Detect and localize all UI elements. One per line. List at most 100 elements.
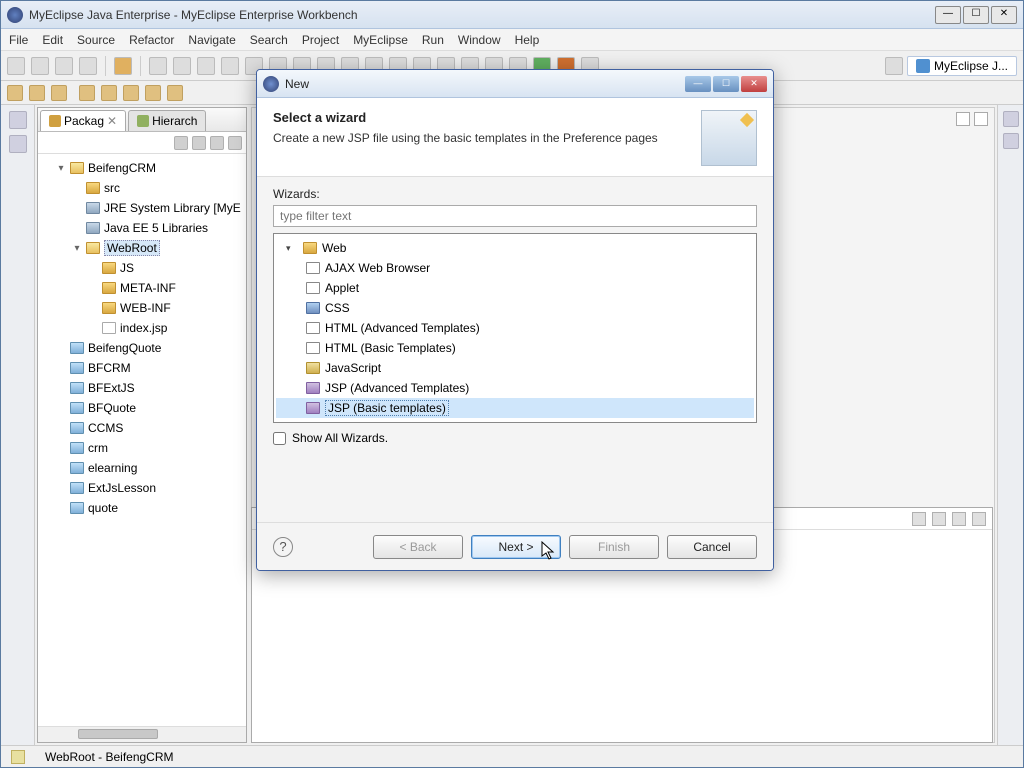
indexjsp-node[interactable]: index.jsp: [40, 318, 244, 338]
webinf-node[interactable]: WEB-INF: [40, 298, 244, 318]
saveall-icon[interactable]: [55, 57, 73, 75]
maximize-view-icon[interactable]: [974, 112, 988, 126]
show-all-checkbox[interactable]: [273, 432, 286, 445]
project-node[interactable]: ▾BeifengCRM: [40, 158, 244, 178]
menu-refactor[interactable]: Refactor: [129, 33, 174, 47]
bp-tool-icon[interactable]: [932, 512, 946, 526]
collapse-icon[interactable]: [210, 136, 224, 150]
minimize-button[interactable]: —: [935, 6, 961, 24]
sub-tool-icon[interactable]: [7, 85, 23, 101]
elearning-node[interactable]: elearning: [40, 458, 244, 478]
quote-node[interactable]: quote: [40, 498, 244, 518]
menu-window[interactable]: Window: [458, 33, 501, 47]
sub-tool-icon[interactable]: [29, 85, 45, 101]
save-icon[interactable]: [31, 57, 49, 75]
dialog-titlebar[interactable]: New — ☐ ✕: [257, 70, 773, 98]
back-icon[interactable]: [174, 136, 188, 150]
scrollbar-thumb[interactable]: [78, 729, 158, 739]
wizard-javascript[interactable]: JavaScript: [276, 358, 754, 378]
src-node[interactable]: src: [40, 178, 244, 198]
wizard-filter-input[interactable]: [273, 205, 757, 227]
perspective-chip[interactable]: MyEclipse J...: [907, 56, 1017, 76]
wizard-css[interactable]: CSS: [276, 298, 754, 318]
forward-icon[interactable]: [192, 136, 206, 150]
maximize-button[interactable]: ☐: [963, 6, 989, 24]
menu-navigate[interactable]: Navigate: [188, 33, 235, 47]
bp-tool-icon[interactable]: [912, 512, 926, 526]
menu-help[interactable]: Help: [515, 33, 540, 47]
myeclipse-perspective-icon: [916, 59, 930, 73]
sub-tool-icon[interactable]: [79, 85, 95, 101]
dialog-maximize-button[interactable]: ☐: [713, 76, 739, 92]
gutter-icon[interactable]: [1003, 133, 1019, 149]
tab-hierarchy[interactable]: Hierarch: [128, 110, 206, 131]
crm-node[interactable]: crm: [40, 438, 244, 458]
sub-tool-icon[interactable]: [101, 85, 117, 101]
horizontal-scrollbar[interactable]: [38, 726, 246, 742]
beifengquote-node[interactable]: BeifengQuote: [40, 338, 244, 358]
wizard-tree[interactable]: ▾Web AJAX Web Browser Applet CSS HTML (A…: [273, 233, 757, 423]
main-window: MyEclipse Java Enterprise - MyEclipse En…: [0, 0, 1024, 768]
metainf-node[interactable]: META-INF: [40, 278, 244, 298]
bfcrm-node[interactable]: BFCRM: [40, 358, 244, 378]
menu-source[interactable]: Source: [77, 33, 115, 47]
dialog-header-title: Select a wizard: [273, 110, 701, 125]
menu-search[interactable]: Search: [250, 33, 288, 47]
webroot-node[interactable]: ▾WebRoot: [40, 238, 244, 258]
bp-tool-icon[interactable]: [952, 512, 966, 526]
tool-icon[interactable]: [173, 57, 191, 75]
back-button[interactable]: < Back: [373, 535, 463, 559]
sub-tool-icon[interactable]: [167, 85, 183, 101]
wizard-portlet[interactable]: Portlet: [276, 418, 754, 423]
gutter-icon[interactable]: [9, 111, 27, 129]
menu-run[interactable]: Run: [422, 33, 444, 47]
package-tree[interactable]: ▾BeifengCRM src JRE System Library [MyE …: [38, 154, 246, 726]
wizard-jsp-advanced[interactable]: JSP (Advanced Templates): [276, 378, 754, 398]
sub-tool-icon[interactable]: [123, 85, 139, 101]
wizard-html-advanced[interactable]: HTML (Advanced Templates): [276, 318, 754, 338]
tool-icon[interactable]: [197, 57, 215, 75]
close-button[interactable]: ✕: [991, 6, 1017, 24]
perspective-open-icon[interactable]: [885, 57, 903, 75]
gutter-icon[interactable]: [9, 135, 27, 153]
gutter-icon[interactable]: [1003, 111, 1019, 127]
js-folder-node[interactable]: JS: [40, 258, 244, 278]
bfextjs-node[interactable]: BFExtJS: [40, 378, 244, 398]
dialog-close-button[interactable]: ✕: [741, 76, 767, 92]
wizard-html-basic[interactable]: HTML (Basic Templates): [276, 338, 754, 358]
editor-controls: [956, 112, 988, 126]
toolbar-separator: [105, 56, 106, 76]
finish-button[interactable]: Finish: [569, 535, 659, 559]
sub-tool-icon[interactable]: [145, 85, 161, 101]
link-icon[interactable]: [228, 136, 242, 150]
wizard-applet[interactable]: Applet: [276, 278, 754, 298]
dialog-minimize-button[interactable]: —: [685, 76, 711, 92]
minimize-view-icon[interactable]: [956, 112, 970, 126]
deploy-icon[interactable]: [114, 57, 132, 75]
extjslesson-node[interactable]: ExtJsLesson: [40, 478, 244, 498]
menu-myeclipse[interactable]: MyEclipse: [353, 33, 408, 47]
tab-package-explorer[interactable]: Packag ✕: [40, 110, 126, 131]
javaee-node[interactable]: Java EE 5 Libraries: [40, 218, 244, 238]
new-icon[interactable]: [7, 57, 25, 75]
tool-icon[interactable]: [149, 57, 167, 75]
bp-tool-icon[interactable]: [972, 512, 986, 526]
sub-tool-icon[interactable]: [51, 85, 67, 101]
tool-icon[interactable]: [221, 57, 239, 75]
next-button[interactable]: Next >: [471, 535, 561, 559]
close-tab-icon[interactable]: ✕: [107, 114, 117, 128]
ccms-node[interactable]: CCMS: [40, 418, 244, 438]
menu-edit[interactable]: Edit: [42, 33, 63, 47]
wizards-label: Wizards:: [273, 187, 757, 201]
menu-file[interactable]: File: [9, 33, 28, 47]
wizard-ajax-browser[interactable]: AJAX Web Browser: [276, 258, 754, 278]
wizard-jsp-basic[interactable]: JSP (Basic templates): [276, 398, 754, 418]
help-icon[interactable]: ?: [273, 537, 293, 557]
menu-project[interactable]: Project: [302, 33, 339, 47]
cancel-button[interactable]: Cancel: [667, 535, 757, 559]
wizard-category-web[interactable]: ▾Web: [276, 238, 754, 258]
perspective-label: MyEclipse J...: [934, 59, 1008, 73]
jre-node[interactable]: JRE System Library [MyE: [40, 198, 244, 218]
bfquote-node[interactable]: BFQuote: [40, 398, 244, 418]
print-icon[interactable]: [79, 57, 97, 75]
